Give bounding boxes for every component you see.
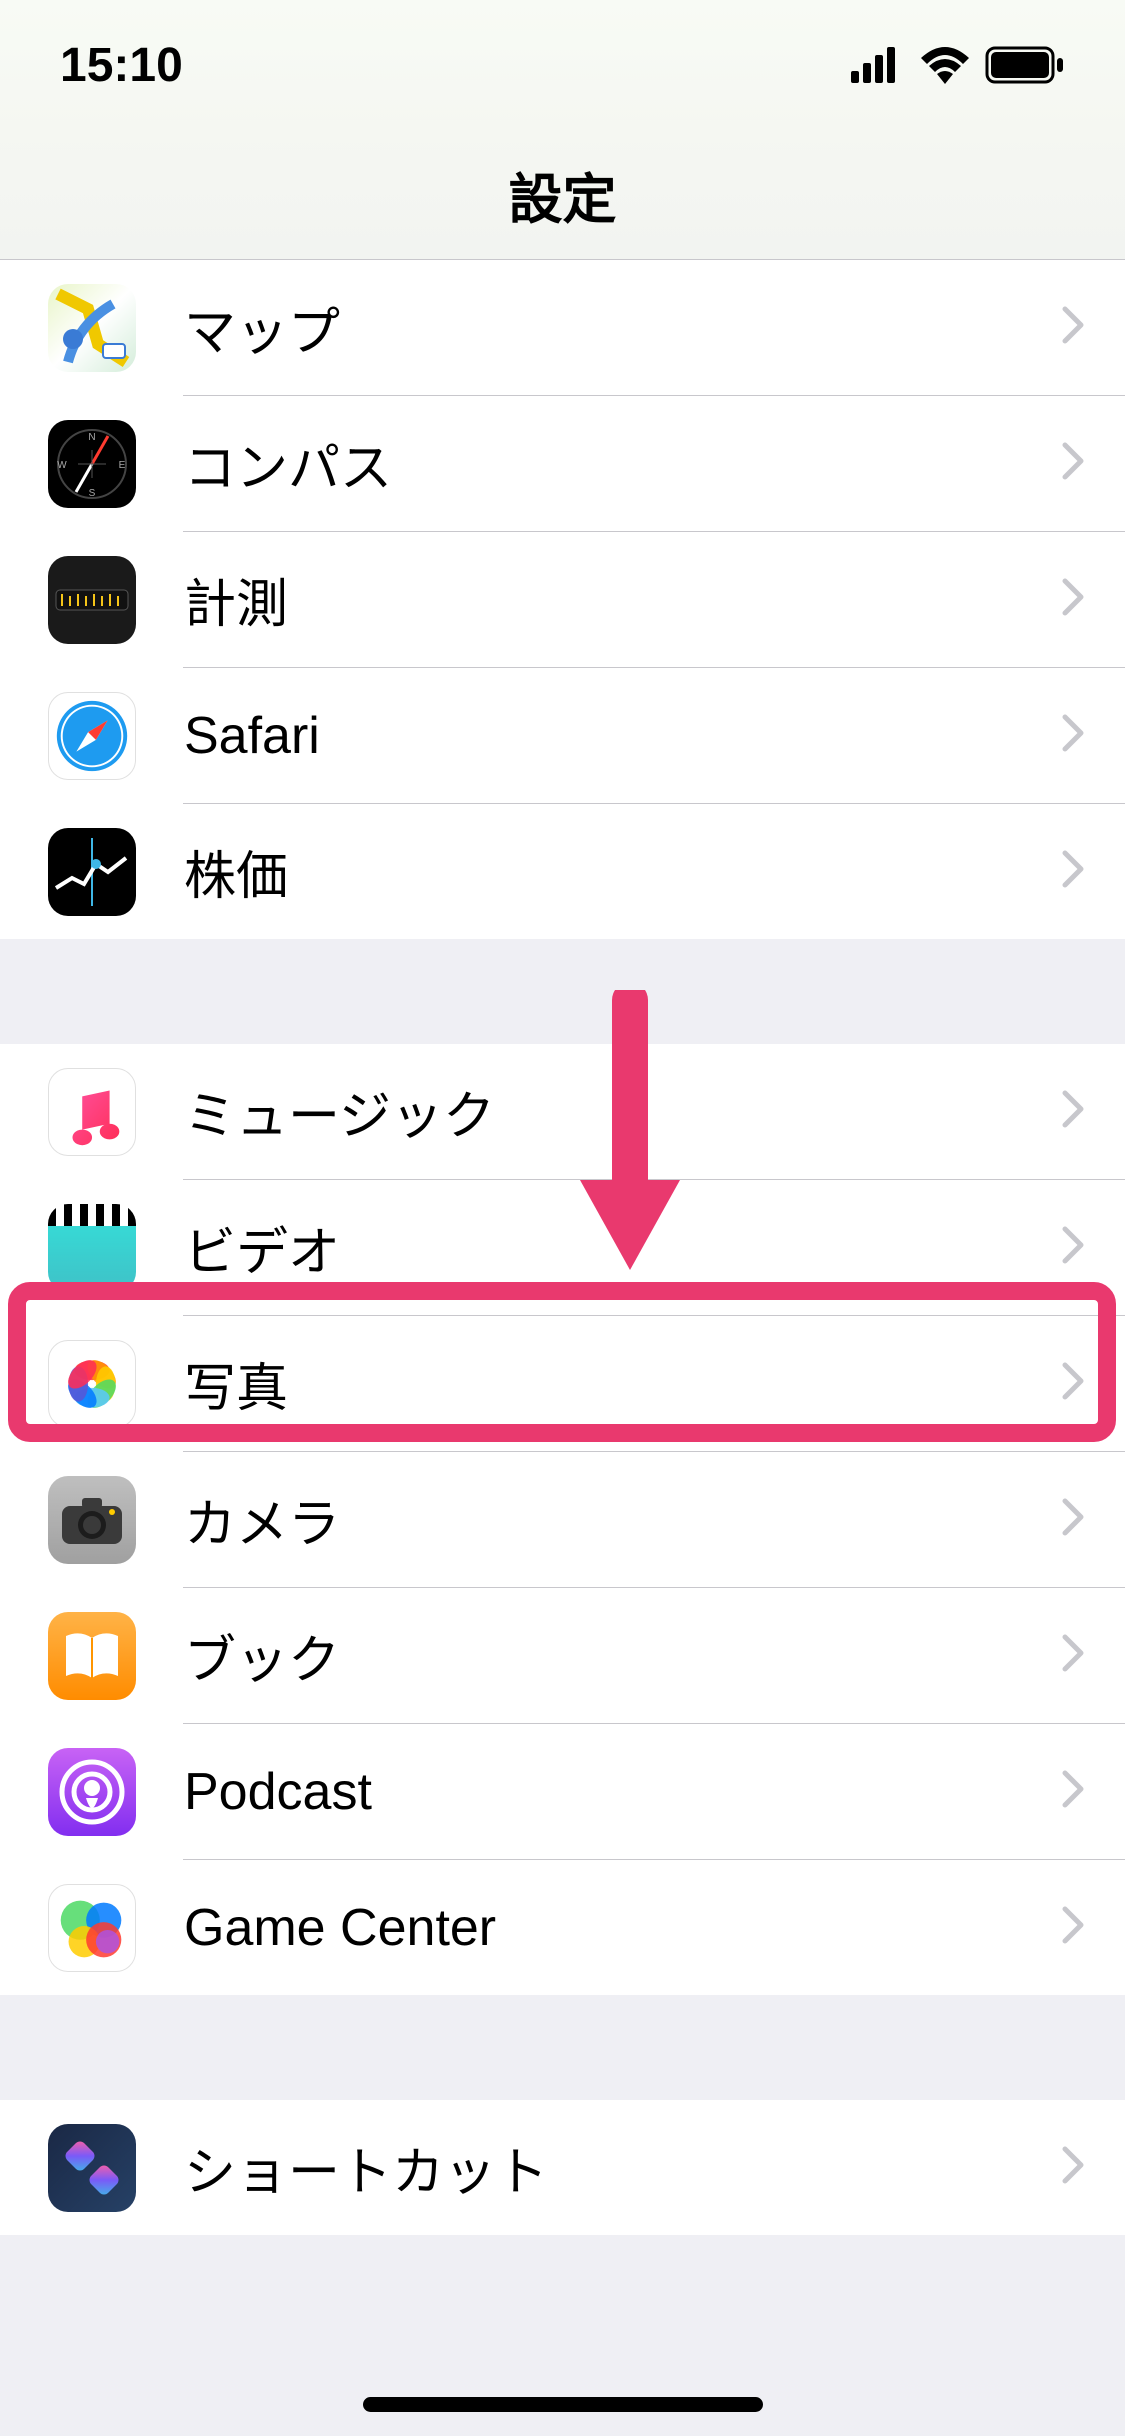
chevron-right-icon bbox=[1061, 441, 1125, 486]
stocks-icon bbox=[48, 828, 136, 916]
maps-icon bbox=[48, 284, 136, 372]
chevron-right-icon bbox=[1061, 1361, 1125, 1406]
podcast-icon bbox=[48, 1748, 136, 1836]
status-icons bbox=[851, 46, 1065, 84]
row-label: ビデオ bbox=[184, 1210, 1061, 1285]
svg-text:W: W bbox=[57, 460, 67, 471]
row-label: ブック bbox=[184, 1618, 1061, 1693]
chevron-right-icon bbox=[1061, 1769, 1125, 1814]
safari-icon bbox=[48, 692, 136, 780]
row-label: カメラ bbox=[184, 1482, 1061, 1557]
row-label: ショートカット bbox=[184, 2130, 1061, 2205]
row-maps[interactable]: マップ bbox=[0, 260, 1125, 395]
row-label: コンパス bbox=[184, 426, 1061, 501]
row-camera[interactable]: カメラ bbox=[0, 1452, 1125, 1587]
row-label: Safari bbox=[184, 706, 1061, 766]
shortcuts-icon bbox=[48, 2124, 136, 2212]
row-podcast[interactable]: Podcast bbox=[0, 1724, 1125, 1859]
settings-section-1: マップ N S W E コンパス 計測 Safari 株価 bbox=[0, 260, 1125, 939]
row-shortcuts[interactable]: ショートカット bbox=[0, 2100, 1125, 2235]
settings-section-2: ミュージック ビデオ 写真 カメラ ブック Podcast bbox=[0, 1044, 1125, 1995]
row-compass[interactable]: N S W E コンパス bbox=[0, 396, 1125, 531]
chevron-right-icon bbox=[1061, 1225, 1125, 1270]
cellular-icon bbox=[851, 47, 905, 83]
status-bar: 15:10 bbox=[0, 0, 1125, 130]
row-music[interactable]: ミュージック bbox=[0, 1044, 1125, 1179]
chevron-right-icon bbox=[1061, 1905, 1125, 1950]
row-photos[interactable]: 写真 bbox=[0, 1316, 1125, 1451]
books-icon bbox=[48, 1612, 136, 1700]
row-gamecenter[interactable]: Game Center bbox=[0, 1860, 1125, 1995]
row-measure[interactable]: 計測 bbox=[0, 532, 1125, 667]
row-label: Podcast bbox=[184, 1762, 1061, 1822]
row-label: 計測 bbox=[184, 562, 1061, 637]
chevron-right-icon bbox=[1061, 305, 1125, 350]
chevron-right-icon bbox=[1061, 1633, 1125, 1678]
svg-text:E: E bbox=[119, 460, 126, 471]
nav-title: 設定 bbox=[509, 155, 617, 234]
photos-icon bbox=[48, 1340, 136, 1428]
measure-icon bbox=[48, 556, 136, 644]
chevron-right-icon bbox=[1061, 1089, 1125, 1134]
chevron-right-icon bbox=[1061, 1497, 1125, 1542]
chevron-right-icon bbox=[1061, 2145, 1125, 2190]
chevron-right-icon bbox=[1061, 713, 1125, 758]
svg-text:S: S bbox=[89, 488, 96, 499]
row-safari[interactable]: Safari bbox=[0, 668, 1125, 803]
nav-bar: 設定 bbox=[0, 130, 1125, 260]
row-video[interactable]: ビデオ bbox=[0, 1180, 1125, 1315]
gamecenter-icon bbox=[48, 1884, 136, 1972]
row-label: マップ bbox=[184, 290, 1061, 365]
settings-section-3: ショートカット bbox=[0, 2100, 1125, 2235]
row-books[interactable]: ブック bbox=[0, 1588, 1125, 1723]
battery-icon bbox=[985, 46, 1065, 84]
row-label: 株価 bbox=[184, 834, 1061, 909]
music-icon bbox=[48, 1068, 136, 1156]
home-indicator[interactable] bbox=[363, 2397, 763, 2412]
row-label: ミュージック bbox=[184, 1074, 1061, 1149]
chevron-right-icon bbox=[1061, 849, 1125, 894]
row-stocks[interactable]: 株価 bbox=[0, 804, 1125, 939]
svg-text:N: N bbox=[88, 432, 95, 443]
camera-icon bbox=[48, 1476, 136, 1564]
status-time: 15:10 bbox=[60, 38, 183, 93]
video-icon bbox=[48, 1204, 136, 1292]
chevron-right-icon bbox=[1061, 577, 1125, 622]
row-label: 写真 bbox=[184, 1346, 1061, 1421]
compass-icon: N S W E bbox=[48, 420, 136, 508]
wifi-icon bbox=[919, 46, 971, 84]
row-label: Game Center bbox=[184, 1898, 1061, 1958]
